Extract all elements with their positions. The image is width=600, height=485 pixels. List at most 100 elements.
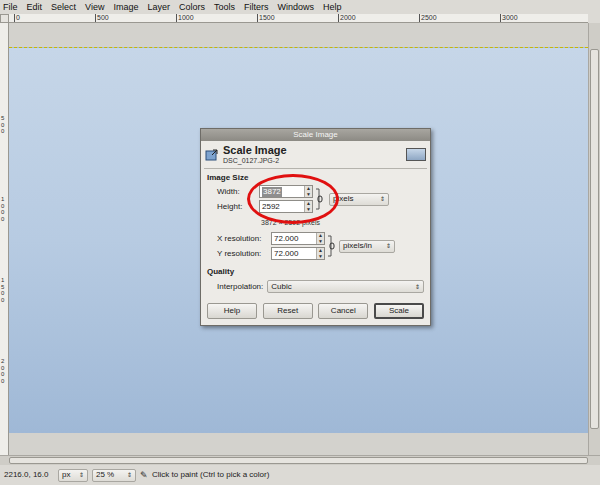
pencil-icon: ✎: [140, 471, 148, 480]
horizontal-scrollbar[interactable]: [0, 455, 600, 465]
spin-buttons[interactable]: ▲▼: [316, 233, 324, 244]
dropdown-value: Cubic: [271, 282, 291, 292]
spin-buttons[interactable]: ▲▼: [304, 201, 312, 212]
field-label: Height:: [217, 202, 257, 212]
menu-item[interactable]: File: [3, 1, 18, 13]
menu-item[interactable]: Windows: [277, 1, 314, 13]
spin-up-icon[interactable]: ▲: [305, 186, 312, 192]
menu-item[interactable]: Tools: [214, 1, 235, 13]
dialog-title: Scale Image: [293, 130, 337, 140]
left-ruler: 500 1000 1500 2000: [0, 23, 9, 455]
menu-item[interactable]: Select: [51, 1, 76, 13]
dropdown-arrow-icon: ⇕: [380, 196, 385, 202]
dialog-heading: Scale Image: [223, 144, 402, 156]
ruler-label: 0: [14, 14, 20, 22]
y-resolution-field[interactable]: 72.000 ▲▼: [271, 247, 325, 260]
size-note: 3872 × 2592 pixels: [207, 215, 424, 227]
ruler-label: 3000: [500, 14, 518, 22]
spin-buttons[interactable]: ▲▼: [304, 186, 312, 197]
ruler-label: 1000: [176, 14, 194, 22]
field-value: 72.000: [274, 234, 298, 244]
dropdown-arrow-icon: ⇕: [415, 284, 420, 290]
menu-item[interactable]: Edit: [27, 1, 43, 13]
separator: [204, 168, 427, 169]
dialog-button[interactable]: Reset: [263, 303, 313, 319]
vertical-scrollbar[interactable]: [588, 23, 600, 455]
scrollbar-thumb[interactable]: [590, 49, 599, 429]
menu-item[interactable]: Image: [113, 1, 138, 13]
unit-select[interactable]: px ⇕: [58, 469, 88, 482]
scale-icon: [205, 148, 219, 162]
section-label: Quality: [207, 266, 424, 277]
button-label: Cancel: [331, 306, 356, 316]
button-label: Scale: [389, 306, 409, 316]
size-unit-select[interactable]: pixels ⇕: [329, 193, 389, 206]
dropdown-value: pixels: [333, 194, 353, 204]
image-thumbnail: [406, 148, 426, 161]
button-label: Help: [224, 306, 240, 316]
spin-up-icon[interactable]: ▲: [317, 233, 324, 239]
dialog-buttons: Help Reset Cancel Scale: [201, 293, 430, 325]
dropdown-arrow-icon: ⇕: [79, 472, 84, 478]
ruler-label: 2000: [1, 358, 4, 384]
ruler-label: 1500: [257, 14, 275, 22]
width-field[interactable]: 3872 ▲▼: [259, 185, 313, 198]
menu-item[interactable]: Filters: [244, 1, 269, 13]
resolution-unit-select[interactable]: pixels/in ⇕: [339, 240, 395, 253]
ruler-label: 1000: [1, 196, 4, 222]
menu-item[interactable]: Layer: [147, 1, 170, 13]
dropdown-value: pixels/in: [343, 241, 372, 251]
dropdown-arrow-icon: ⇕: [386, 243, 391, 249]
field-label: X resolution:: [217, 234, 269, 244]
dropdown-value: px: [62, 470, 70, 480]
spin-down-icon[interactable]: ▼: [317, 239, 324, 245]
top-ruler-row: 050010001500200025003000: [0, 14, 600, 23]
spin-down-icon[interactable]: ▼: [305, 192, 312, 198]
section-label: Image Size: [207, 172, 424, 183]
spin-down-icon[interactable]: ▼: [305, 207, 312, 213]
spin-up-icon[interactable]: ▲: [305, 201, 312, 207]
button-label: Reset: [277, 306, 298, 316]
field-value: 3872: [262, 187, 282, 197]
ruler-label: 2000: [338, 14, 356, 22]
status-bar: 2216.0, 16.0 px ⇕ 25 % ⇕ ✎ Click to paint (Ctr…: [0, 465, 600, 485]
zoom-select[interactable]: 25 % ⇕: [92, 469, 136, 482]
field-value: 72.000: [274, 249, 298, 259]
ruler-label: 1500: [1, 277, 4, 303]
dialog-button[interactable]: Cancel: [318, 303, 368, 319]
dialog-titlebar[interactable]: Scale Image: [201, 129, 430, 141]
ruler-label: 500: [1, 115, 4, 135]
menu-item[interactable]: Colors: [179, 1, 205, 13]
spin-up-icon[interactable]: ▲: [317, 248, 324, 254]
x-resolution-field[interactable]: 72.000 ▲▼: [271, 232, 325, 245]
menu-bar: File Edit Select View Image Layer Colors Tools F…: [0, 0, 600, 14]
field-value: 2592: [262, 202, 280, 212]
field-label: Width:: [217, 187, 257, 197]
pointer-coords: 2216.0, 16.0: [4, 469, 54, 481]
dialog-button[interactable]: Help: [207, 303, 257, 319]
top-ruler: 050010001500200025003000: [9, 14, 588, 23]
dialog-button[interactable]: Scale: [374, 303, 424, 319]
quality-section: Quality Interpolation: Cubic ⇕: [201, 260, 430, 293]
dialog-header: Scale ImageDSC_0127.JPG-2: [201, 141, 430, 168]
spin-buttons[interactable]: ▲▼: [316, 248, 324, 259]
dropdown-arrow-icon: ⇕: [127, 472, 132, 478]
field-label: Y resolution:: [217, 249, 269, 259]
spin-down-icon[interactable]: ▼: [317, 254, 324, 260]
menu-item[interactable]: Help: [323, 1, 342, 13]
annotation-circle: [247, 174, 339, 224]
interpolation-select[interactable]: Cubic ⇕: [267, 280, 424, 293]
ruler-label: 500: [95, 14, 109, 22]
field-label: Interpolation:: [217, 282, 263, 292]
gimp-window: File Edit Select View Image Layer Colors Tools F…: [0, 0, 600, 485]
menu-item[interactable]: View: [85, 1, 104, 13]
dialog-subtitle: DSC_0127.JPG-2: [223, 156, 402, 165]
chain-linked-icon[interactable]: [327, 233, 335, 259]
dropdown-value: 25 %: [96, 470, 114, 480]
height-field[interactable]: 2592 ▲▼: [259, 200, 313, 213]
scale-image-dialog: Scale ImageScale ImageDSC_0127.JPG-2Imag…: [200, 128, 431, 326]
ruler-corner: [0, 14, 9, 23]
scrollbar-thumb[interactable]: [9, 457, 588, 464]
status-message: Click to paint (Ctrl to pick a color): [152, 469, 269, 481]
chain-linked-icon[interactable]: [315, 186, 323, 212]
